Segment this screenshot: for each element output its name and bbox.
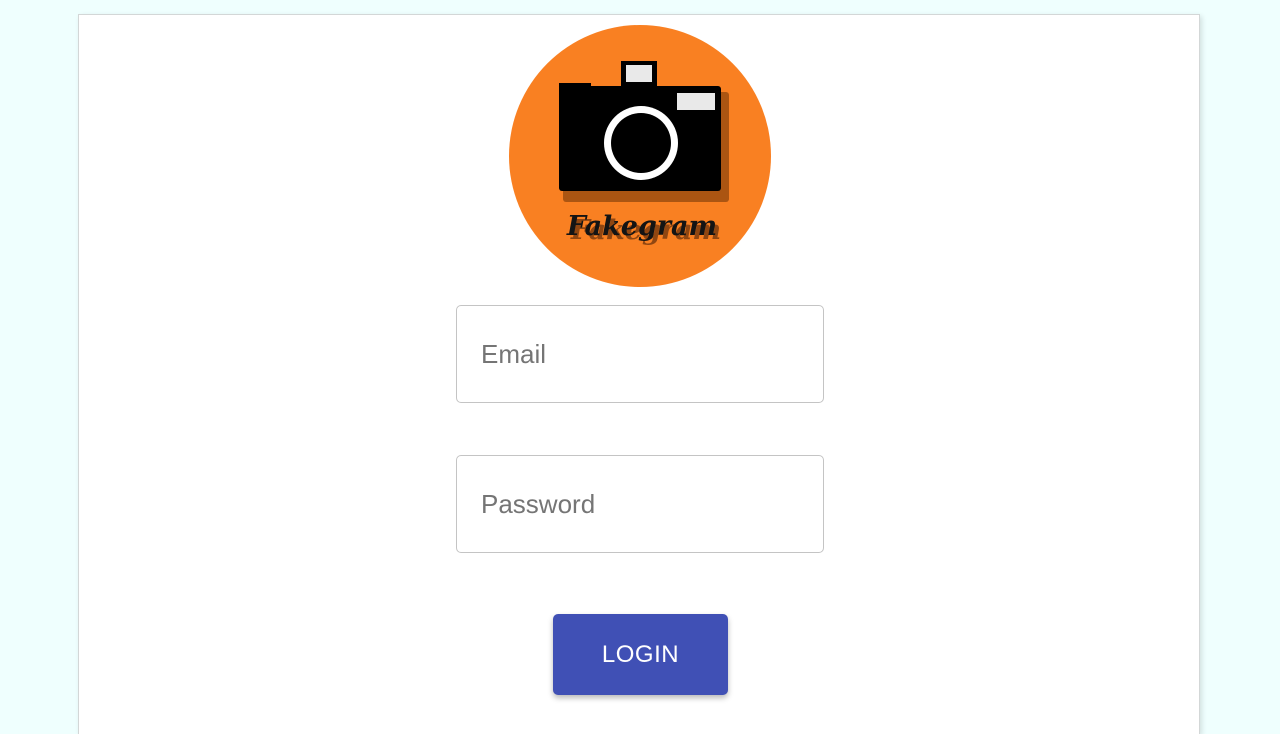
email-input[interactable] <box>457 306 823 402</box>
fakegram-logo: Fakegram Fakegram <box>509 25 771 287</box>
password-field[interactable] <box>456 455 824 553</box>
email-field[interactable] <box>456 305 824 403</box>
login-button[interactable]: LOGIN <box>553 614 728 695</box>
logo-text: Fakegram <box>566 211 717 242</box>
camera-icon: Fakegram Fakegram <box>559 61 729 246</box>
password-input[interactable] <box>457 456 823 552</box>
